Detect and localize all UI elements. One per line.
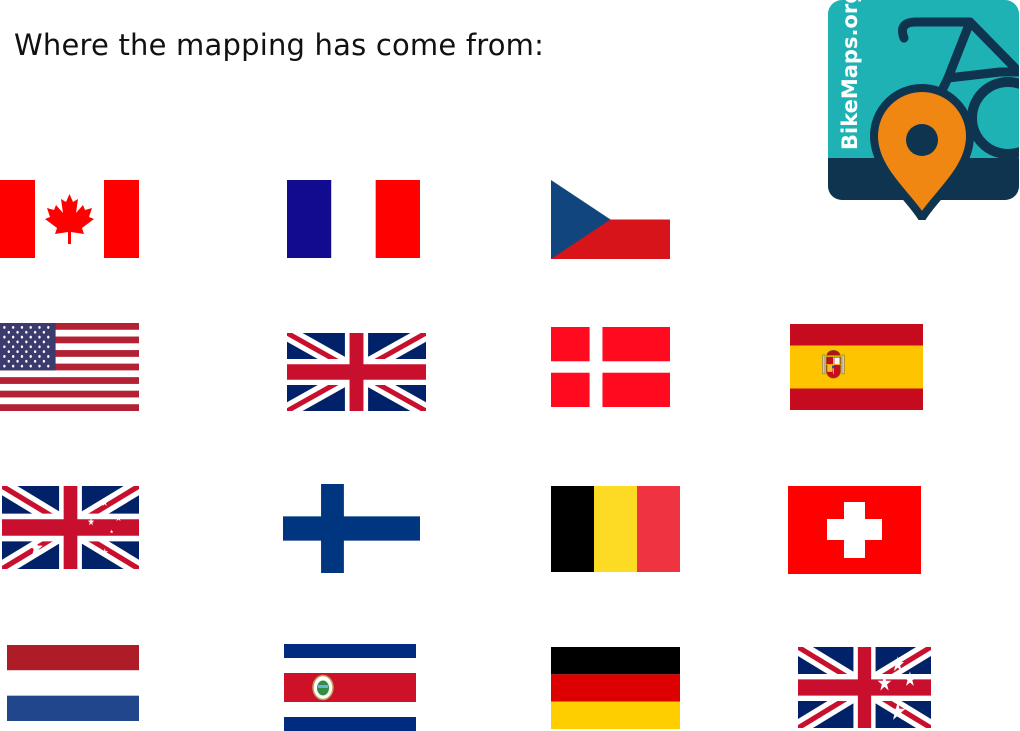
belgium-flag-icon [551, 486, 680, 572]
usa-flag-icon [0, 323, 139, 411]
bike-map-pin-icon: BikeMaps.org [828, 0, 1019, 226]
logo-text: BikeMaps.org [838, 0, 862, 150]
uk-flag-icon [287, 333, 426, 411]
netherlands-flag-icon [7, 645, 139, 721]
costa-rica-flag-icon [284, 644, 416, 731]
finland-flag-icon [283, 484, 420, 573]
new-zealand-flag-icon [798, 647, 931, 728]
czech-flag-icon [551, 180, 670, 259]
spain-flag-icon [790, 324, 923, 410]
france-flag-icon [287, 180, 420, 258]
australia-flag-icon [2, 486, 139, 569]
switzerland-flag-icon [788, 486, 921, 574]
slide-title: Where the mapping has come from: [14, 28, 545, 62]
germany-flag-icon [551, 647, 680, 729]
denmark-flag-icon [551, 327, 670, 407]
canada-flag-icon [0, 180, 139, 258]
bikemaps-logo: BikeMaps.org [828, 0, 1020, 226]
